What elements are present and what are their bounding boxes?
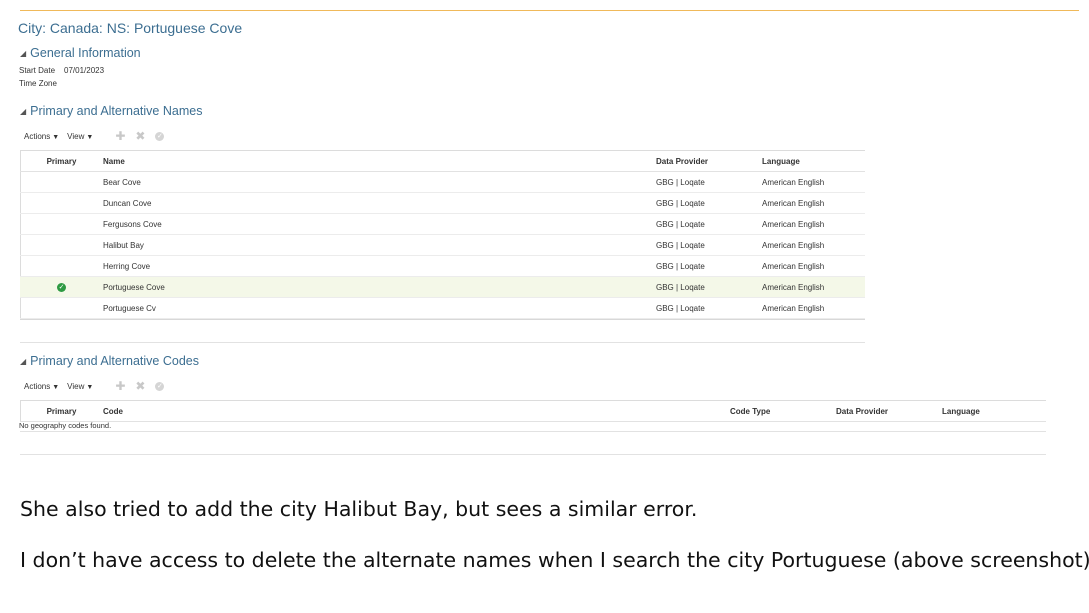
table-row[interactable]: Bear Cove GBG | Loqate American English (20, 171, 865, 193)
codes-toolbar: Actions ▼ View ▼ ✚ ✖ ✓ (24, 379, 165, 393)
table-row[interactable]: Duncan Cove GBG | Loqate American Englis… (20, 192, 865, 214)
col-language[interactable]: Language (762, 150, 865, 172)
col-name[interactable]: Name (103, 150, 656, 172)
doc-paragraph-1: She also tried to add the city Halibut B… (20, 497, 698, 521)
codes-section-header[interactable]: ◢ Primary and Alternative Codes (20, 354, 199, 368)
codes-section-title: Primary and Alternative Codes (30, 354, 199, 368)
provider-cell: GBG | Loqate (656, 276, 762, 298)
codes-table-header: Primary Code Code Type Data Provider Lan… (20, 400, 1046, 422)
actions-menu[interactable]: Actions ▼ (24, 382, 59, 391)
general-information-header[interactable]: ◢ General Information (20, 46, 141, 60)
table-row-selected[interactable]: ✓ Portuguese Cove GBG | Loqate American … (20, 276, 865, 298)
add-icon[interactable]: ✚ (115, 129, 125, 143)
page-title: City: Canada: NS: Portuguese Cove (18, 20, 243, 36)
view-menu[interactable]: View ▼ (67, 132, 93, 141)
codes-table: Primary Code Code Type Data Provider Lan… (20, 400, 1046, 422)
names-section-header[interactable]: ◢ Primary and Alternative Names (20, 104, 202, 118)
provider-cell: GBG | Loqate (656, 192, 762, 214)
collapse-triangle-icon[interactable]: ◢ (20, 49, 26, 58)
primary-cell (20, 234, 103, 256)
collapse-triangle-icon[interactable]: ◢ (20, 357, 26, 366)
primary-cell (20, 255, 103, 277)
primary-cell (20, 297, 103, 319)
start-date-row: Start Date 07/01/2023 (19, 66, 104, 75)
primary-check-icon: ✓ (57, 283, 66, 292)
col-primary[interactable]: Primary (20, 150, 103, 172)
names-table-bottom-border (20, 319, 865, 320)
language-cell: American English (762, 276, 865, 298)
name-cell: Portuguese Cv (103, 297, 656, 319)
doc-paragraph-2: I don’t have access to delete the altern… (20, 548, 1089, 572)
table-row[interactable]: Herring Cove GBG | Loqate American Engli… (20, 255, 865, 277)
table-row[interactable]: Fergusons Cove GBG | Loqate American Eng… (20, 213, 865, 235)
table-row[interactable]: Portuguese Cv GBG | Loqate American Engl… (20, 297, 865, 319)
language-cell: American English (762, 297, 865, 319)
time-zone-row: Time Zone (19, 79, 66, 88)
collapse-triangle-icon[interactable]: ◢ (20, 107, 26, 116)
name-cell: Bear Cove (103, 171, 656, 193)
name-cell: Halibut Bay (103, 234, 656, 256)
name-cell: Duncan Cove (103, 192, 656, 214)
provider-cell: GBG | Loqate (656, 171, 762, 193)
view-menu[interactable]: View ▼ (67, 382, 93, 391)
provider-cell: GBG | Loqate (656, 255, 762, 277)
names-section-title: Primary and Alternative Names (30, 104, 203, 118)
empty-table-message: No geography codes found. (19, 421, 112, 430)
top-divider (20, 10, 1079, 11)
provider-cell: GBG | Loqate (656, 234, 762, 256)
provider-cell: GBG | Loqate (656, 297, 762, 319)
time-zone-label: Time Zone (19, 79, 57, 88)
delete-icon[interactable]: ✖ (135, 129, 145, 143)
caret-down-icon: ▼ (52, 133, 60, 141)
section-divider (20, 454, 1046, 455)
language-cell: American English (762, 192, 865, 214)
col-code[interactable]: Code (103, 400, 730, 422)
name-cell: Fergusons Cove (103, 213, 656, 235)
add-icon[interactable]: ✚ (115, 379, 125, 393)
caret-down-icon: ▼ (86, 383, 94, 391)
language-cell: American English (762, 213, 865, 235)
name-cell: Herring Cove (103, 255, 656, 277)
language-cell: American English (762, 255, 865, 277)
col-primary[interactable]: Primary (20, 400, 103, 422)
delete-icon[interactable]: ✖ (135, 379, 145, 393)
names-toolbar: Actions ▼ View ▼ ✚ ✖ ✓ (24, 129, 165, 143)
general-information-title: General Information (30, 46, 141, 60)
table-row[interactable]: Halibut Bay GBG | Loqate American Englis… (20, 234, 865, 256)
names-table: Primary Name Data Provider Language Bear… (20, 150, 865, 319)
names-table-header: Primary Name Data Provider Language (20, 150, 865, 172)
save-check-icon[interactable]: ✓ (155, 131, 165, 141)
start-date-label: Start Date (19, 66, 56, 75)
primary-cell: ✓ (20, 276, 103, 298)
name-cell: Portuguese Cove (103, 276, 656, 298)
primary-cell (20, 171, 103, 193)
codes-table-bottom-border (20, 431, 1046, 432)
caret-down-icon: ▼ (86, 133, 94, 141)
col-data-provider[interactable]: Data Provider (656, 150, 762, 172)
actions-menu[interactable]: Actions ▼ (24, 132, 59, 141)
caret-down-icon: ▼ (52, 383, 60, 391)
col-language[interactable]: Language (942, 400, 1046, 422)
section-divider (20, 342, 865, 343)
col-data-provider[interactable]: Data Provider (836, 400, 942, 422)
provider-cell: GBG | Loqate (656, 213, 762, 235)
primary-cell (20, 192, 103, 214)
language-cell: American English (762, 171, 865, 193)
save-check-icon[interactable]: ✓ (155, 381, 165, 391)
language-cell: American English (762, 234, 865, 256)
primary-cell (20, 213, 103, 235)
col-code-type[interactable]: Code Type (730, 400, 836, 422)
start-date-value: 07/01/2023 (64, 66, 105, 75)
